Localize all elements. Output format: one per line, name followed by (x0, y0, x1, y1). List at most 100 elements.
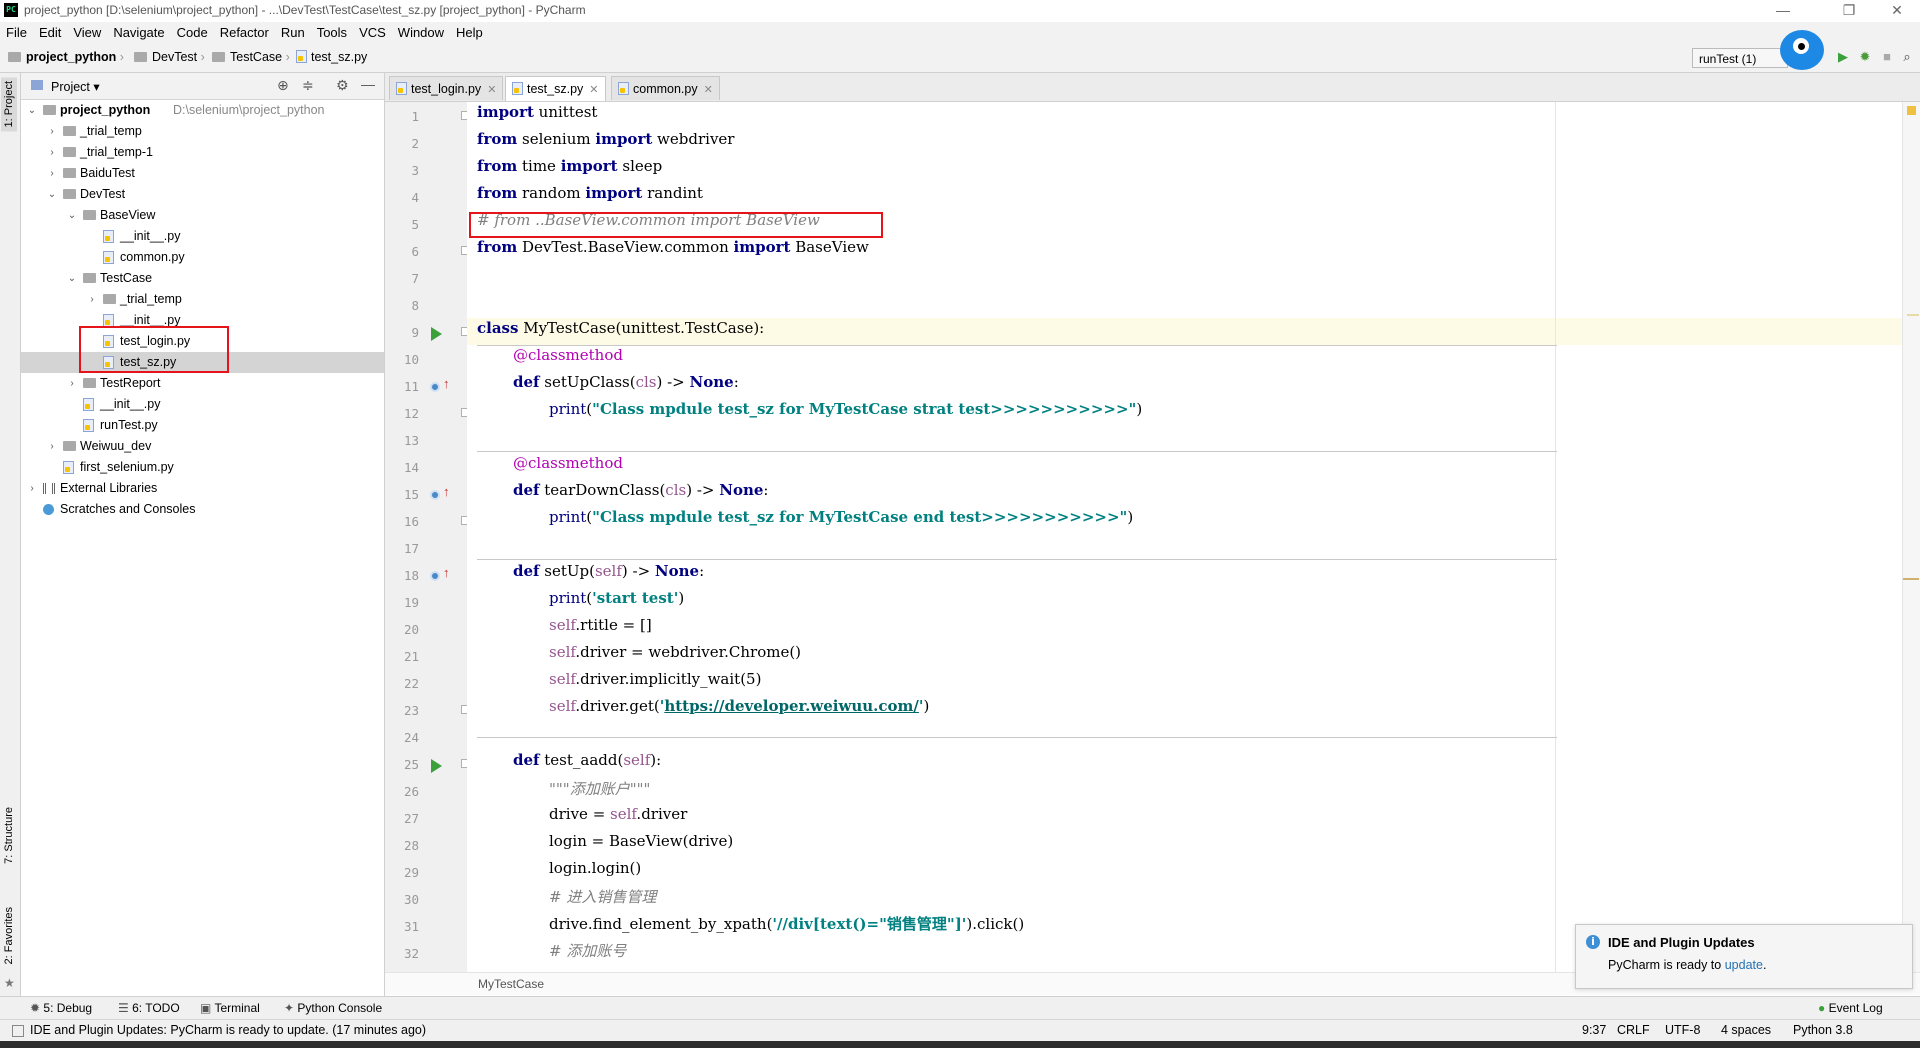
run-test-icon[interactable] (431, 327, 442, 341)
tree-item-label: External Libraries (60, 481, 158, 495)
line-number: 19 (403, 595, 419, 610)
chevron-right-icon[interactable]: › (47, 163, 57, 184)
run-icon[interactable]: ▶ (1835, 49, 1851, 65)
code-line-22: self.driver.implicitly_wait(5) (549, 670, 762, 688)
indent-setting[interactable]: 4 spaces (1721, 1023, 1771, 1037)
tool-terminal[interactable]: ▣ Terminal (200, 1001, 260, 1015)
search-everywhere-icon[interactable]: ⌕ (1899, 49, 1915, 65)
tree-item[interactable]: › _trial_temp (21, 121, 384, 142)
collapse-all-icon[interactable]: ≑ (302, 77, 314, 94)
tree-item[interactable]: ⌄ BaseView (21, 205, 384, 226)
hide-panel-icon[interactable]: — (361, 76, 375, 92)
stop-icon[interactable]: ■ (1879, 49, 1895, 65)
menu-tools[interactable]: Tools (311, 22, 353, 44)
menu-refactor[interactable]: Refactor (214, 22, 275, 44)
menu-file[interactable]: File (0, 22, 33, 44)
update-notification[interactable]: i IDE and Plugin Updates PyCharm is read… (1575, 924, 1913, 989)
overrides-arrow-icon[interactable]: ↑ (443, 565, 450, 580)
override-method-icon[interactable] (430, 382, 440, 392)
breadcrumb-file[interactable]: test_sz.py (296, 50, 367, 64)
chevron-right-icon[interactable]: › (87, 289, 97, 310)
tree-item[interactable]: Scratches and Consoles (21, 499, 384, 520)
tree-item[interactable]: › TestReport (21, 373, 384, 394)
status-toggle-icon[interactable] (12, 1025, 24, 1037)
tree-item[interactable]: ⌄ TestCase (21, 268, 384, 289)
file-encoding[interactable]: UTF-8 (1665, 1023, 1700, 1037)
tool-todo[interactable]: ☰ 6: TODO (118, 1001, 180, 1015)
close-tab-icon[interactable]: ✕ (704, 84, 713, 96)
menu-vcs[interactable]: VCS (353, 22, 392, 44)
tree-item[interactable]: first_selenium.py (21, 457, 384, 478)
line-separator[interactable]: CRLF (1617, 1023, 1650, 1037)
minimize-button[interactable]: — (1760, 0, 1806, 22)
inspection-status-icon[interactable] (1907, 106, 1916, 115)
settings-gear-icon[interactable]: ⚙ (336, 77, 349, 94)
menu-view[interactable]: View (67, 22, 107, 44)
overrides-arrow-icon[interactable]: ↑ (443, 484, 450, 499)
tab-favorites[interactable]: 2: Favorites (1, 903, 17, 968)
menu-code[interactable]: Code (171, 22, 214, 44)
tree-item[interactable]: ⌄ DevTest (21, 184, 384, 205)
chevron-down-icon[interactable]: ⌄ (27, 100, 37, 121)
run-test-icon[interactable] (431, 759, 442, 773)
tab-structure[interactable]: 7: Structure (1, 803, 17, 868)
chevron-down-icon[interactable]: ⌄ (47, 184, 57, 205)
tree-item[interactable]: ⌄ project_python D:\selenium\project_pytho… (21, 100, 384, 121)
tree-item[interactable]: runTest.py (21, 415, 384, 436)
tree-item[interactable]: __init__.py (21, 226, 384, 247)
status-bar: IDE and Plugin Updates: PyCharm is ready… (0, 1019, 1920, 1042)
overrides-arrow-icon[interactable]: ↑ (443, 376, 450, 391)
python-interpreter[interactable]: Python 3.8 (1793, 1023, 1853, 1037)
update-link[interactable]: update (1725, 958, 1763, 972)
window-title: project_python [D:\selenium\project_pyth… (24, 3, 586, 17)
override-method-icon[interactable] (430, 571, 440, 581)
chevron-right-icon[interactable]: › (27, 478, 37, 499)
tree-item[interactable]: › _trial_temp (21, 289, 384, 310)
chevron-right-icon[interactable]: › (47, 142, 57, 163)
tree-item[interactable]: › _trial_temp-1 (21, 142, 384, 163)
close-tab-icon[interactable]: ✕ (589, 84, 598, 96)
tab-project[interactable]: 1: Project (1, 77, 17, 132)
status-message[interactable]: IDE and Plugin Updates: PyCharm is ready… (30, 1023, 426, 1037)
menu-edit[interactable]: Edit (33, 22, 67, 44)
editor-scrollbar[interactable] (1902, 102, 1920, 972)
close-tab-icon[interactable]: ✕ (487, 84, 496, 96)
chevron-right-icon[interactable]: › (47, 121, 57, 142)
chevron-down-icon[interactable]: ⌄ (67, 268, 77, 289)
tree-item[interactable]: __init__.py (21, 394, 384, 415)
menu-window[interactable]: Window (392, 22, 450, 44)
menu-help[interactable]: Help (450, 22, 489, 44)
menu-navigate[interactable]: Navigate (107, 22, 170, 44)
tree-item[interactable]: › BaiduTest (21, 163, 384, 184)
locate-icon[interactable]: ⊕ (277, 77, 289, 94)
debug-icon[interactable]: ✹ (1857, 49, 1873, 65)
close-button[interactable]: ✕ (1874, 0, 1920, 22)
menu-run[interactable]: Run (275, 22, 311, 44)
breadcrumb-devtest[interactable]: DevTest › (134, 50, 205, 64)
python-file-icon (83, 398, 94, 411)
override-method-icon[interactable] (430, 490, 440, 500)
tool-event-log[interactable]: ● Event Log (1818, 1001, 1883, 1015)
caret-position[interactable]: 9:37 (1582, 1023, 1606, 1037)
line-number: 22 (403, 676, 419, 691)
scratch-icon (43, 504, 54, 515)
tree-item[interactable]: › Weiwuu_dev (21, 436, 384, 457)
tree-item[interactable]: › External Libraries (21, 478, 384, 499)
breadcrumb-testcase[interactable]: TestCase › (212, 50, 290, 64)
tree-item[interactable]: common.py (21, 247, 384, 268)
tool-python-console[interactable]: ✦ Python Console (284, 1001, 382, 1015)
breadcrumb-class[interactable]: MyTestCase (478, 977, 544, 991)
tab-test-sz[interactable]: test_sz.py ✕ (505, 76, 606, 101)
project-view-select[interactable]: Project ▾ (51, 79, 100, 94)
chevron-right-icon[interactable]: › (47, 436, 57, 457)
run-configuration-select[interactable]: runTest (1) (1692, 48, 1788, 68)
tab-common[interactable]: common.py ✕ (611, 76, 720, 100)
code-line-9: class MyTestCase(unittest.TestCase): (477, 319, 765, 337)
tool-debug[interactable]: ✹ 5: Debug (30, 1001, 92, 1015)
breadcrumb-project[interactable]: project_python › (8, 50, 124, 64)
chevron-right-icon[interactable]: › (67, 373, 77, 394)
tab-test-login[interactable]: test_login.py ✕ (389, 76, 504, 100)
code-editor[interactable]: import unittest from selenium import web… (467, 102, 1902, 972)
chevron-down-icon[interactable]: ⌄ (67, 205, 77, 226)
restore-button[interactable]: ❐ (1826, 0, 1872, 22)
